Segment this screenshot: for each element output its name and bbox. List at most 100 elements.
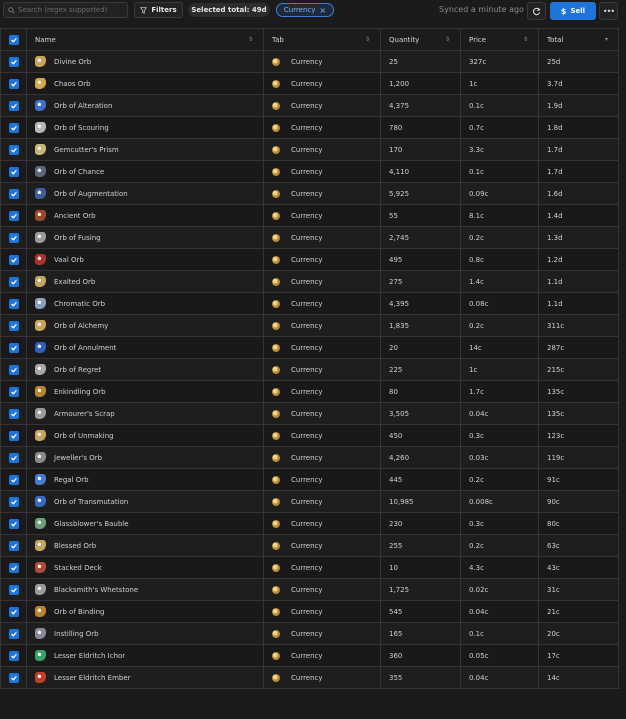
table-row[interactable]: Orb of Alchemy Currency 1,835 0.2c 311c: [0, 314, 619, 337]
header-tab[interactable]: Tab ⇕: [263, 28, 381, 51]
row-checkbox[interactable]: [8, 496, 19, 507]
sort-icon[interactable]: ⇕: [248, 36, 253, 43]
row-checkbox[interactable]: [8, 628, 19, 639]
row-select-cell[interactable]: [0, 336, 27, 359]
row-select-cell[interactable]: [0, 94, 27, 117]
row-checkbox[interactable]: [8, 56, 19, 67]
row-checkbox[interactable]: [8, 452, 19, 463]
sort-icon[interactable]: ⇕: [365, 36, 370, 43]
row-select-cell[interactable]: [0, 622, 27, 645]
search-box[interactable]: [3, 2, 128, 18]
header-quantity[interactable]: Quantity ⇕: [380, 28, 461, 51]
row-checkbox[interactable]: [8, 122, 19, 133]
table-row[interactable]: Stacked Deck Currency 10 4.3c 43c: [0, 556, 619, 579]
row-select-cell[interactable]: [0, 50, 27, 73]
table-row[interactable]: Orb of Augmentation Currency 5,925 0.09c 1.6…: [0, 182, 619, 205]
search-input[interactable]: [18, 6, 123, 14]
table-row[interactable]: Chaos Orb Currency 1,200 1c 3.7d: [0, 72, 619, 95]
select-all-cell[interactable]: [0, 28, 27, 51]
row-select-cell[interactable]: [0, 248, 27, 271]
row-checkbox[interactable]: [8, 78, 19, 89]
row-select-cell[interactable]: [0, 578, 27, 601]
row-checkbox[interactable]: [8, 474, 19, 485]
header-total[interactable]: Total ▾: [538, 28, 619, 51]
table-row[interactable]: Orb of Chance Currency 4,110 0.1c 1.7d: [0, 160, 619, 183]
table-row[interactable]: Orb of Binding Currency 545 0.04c 21c: [0, 600, 619, 623]
header-name[interactable]: Name ⇕: [26, 28, 264, 51]
table-row[interactable]: Regal Orb Currency 445 0.2c 91c: [0, 468, 619, 491]
row-checkbox[interactable]: [8, 210, 19, 221]
row-select-cell[interactable]: [0, 160, 27, 183]
row-select-cell[interactable]: [0, 424, 27, 447]
header-price[interactable]: Price ⇕: [460, 28, 539, 51]
row-checkbox[interactable]: [8, 540, 19, 551]
row-checkbox[interactable]: [8, 518, 19, 529]
row-select-cell[interactable]: [0, 292, 27, 315]
table-row[interactable]: Glassblower's Bauble Currency 230 0.3c 80c: [0, 512, 619, 535]
table-row[interactable]: Gemcutter's Prism Currency 170 3.3c 1.7d: [0, 138, 619, 161]
row-select-cell[interactable]: [0, 270, 27, 293]
row-select-cell[interactable]: [0, 556, 27, 579]
row-select-cell[interactable]: [0, 666, 27, 689]
table-row[interactable]: Orb of Scouring Currency 780 0.7c 1.8d: [0, 116, 619, 139]
row-checkbox[interactable]: [8, 364, 19, 375]
row-checkbox[interactable]: [8, 188, 19, 199]
table-row[interactable]: Orb of Regret Currency 225 1c 215c: [0, 358, 619, 381]
sort-desc-icon[interactable]: ▾: [605, 36, 608, 43]
close-icon[interactable]: ×: [319, 6, 326, 15]
row-checkbox[interactable]: [8, 584, 19, 595]
table-row[interactable]: Blessed Orb Currency 255 0.2c 63c: [0, 534, 619, 557]
row-select-cell[interactable]: [0, 314, 27, 337]
row-checkbox[interactable]: [8, 430, 19, 441]
sort-icon[interactable]: ⇕: [523, 36, 528, 43]
table-row[interactable]: Lesser Eldritch Ember Currency 355 0.04c 14c: [0, 666, 619, 689]
row-checkbox[interactable]: [8, 606, 19, 617]
row-select-cell[interactable]: [0, 72, 27, 95]
table-row[interactable]: Armourer's Scrap Currency 3,505 0.04c 135c: [0, 402, 619, 425]
row-select-cell[interactable]: [0, 468, 27, 491]
row-checkbox[interactable]: [8, 100, 19, 111]
sell-button[interactable]: $ Sell: [550, 2, 596, 20]
row-checkbox[interactable]: [8, 298, 19, 309]
row-checkbox[interactable]: [8, 342, 19, 353]
table-row[interactable]: Orb of Alteration Currency 4,375 0.1c 1.9d: [0, 94, 619, 117]
table-row[interactable]: Enkindling Orb Currency 80 1.7c 135c: [0, 380, 619, 403]
row-select-cell[interactable]: [0, 226, 27, 249]
row-select-cell[interactable]: [0, 600, 27, 623]
filters-button[interactable]: Filters: [134, 2, 183, 18]
row-checkbox[interactable]: [8, 386, 19, 397]
table-row[interactable]: Lesser Eldritch Ichor Currency 360 0.05c 17c: [0, 644, 619, 667]
row-select-cell[interactable]: [0, 116, 27, 139]
table-row[interactable]: Jeweller's Orb Currency 4,260 0.03c 119c: [0, 446, 619, 469]
more-options-button[interactable]: •••: [599, 2, 618, 20]
row-checkbox[interactable]: [8, 672, 19, 683]
row-select-cell[interactable]: [0, 534, 27, 557]
row-checkbox[interactable]: [8, 166, 19, 177]
table-row[interactable]: Orb of Fusing Currency 2,745 0.2c 1.3d: [0, 226, 619, 249]
row-select-cell[interactable]: [0, 644, 27, 667]
table-row[interactable]: Exalted Orb Currency 275 1.4c 1.1d: [0, 270, 619, 293]
row-checkbox[interactable]: [8, 320, 19, 331]
row-select-cell[interactable]: [0, 380, 27, 403]
row-checkbox[interactable]: [8, 276, 19, 287]
row-select-cell[interactable]: [0, 138, 27, 161]
table-row[interactable]: Orb of Transmutation Currency 10,985 0.008c…: [0, 490, 619, 513]
row-select-cell[interactable]: [0, 490, 27, 513]
row-checkbox[interactable]: [8, 562, 19, 573]
row-checkbox[interactable]: [8, 144, 19, 155]
row-checkbox[interactable]: [8, 650, 19, 661]
row-checkbox[interactable]: [8, 232, 19, 243]
row-select-cell[interactable]: [0, 512, 27, 535]
table-row[interactable]: Instilling Orb Currency 165 0.1c 20c: [0, 622, 619, 645]
currency-filter-tag[interactable]: Currency ×: [276, 3, 334, 17]
row-checkbox[interactable]: [8, 408, 19, 419]
table-row[interactable]: Blacksmith's Whetstone Currency 1,725 0.02c…: [0, 578, 619, 601]
table-row[interactable]: Orb of Unmaking Currency 450 0.3c 123c: [0, 424, 619, 447]
table-row[interactable]: Chromatic Orb Currency 4,395 0.08c 1.1d: [0, 292, 619, 315]
row-select-cell[interactable]: [0, 402, 27, 425]
refresh-button[interactable]: [527, 2, 546, 20]
table-row[interactable]: Ancient Orb Currency 55 8.1c 1.4d: [0, 204, 619, 227]
row-checkbox[interactable]: [8, 254, 19, 265]
table-row[interactable]: Orb of Annulment Currency 20 14c 287c: [0, 336, 619, 359]
table-row[interactable]: Divine Orb Currency 25 327c 25d: [0, 50, 619, 73]
